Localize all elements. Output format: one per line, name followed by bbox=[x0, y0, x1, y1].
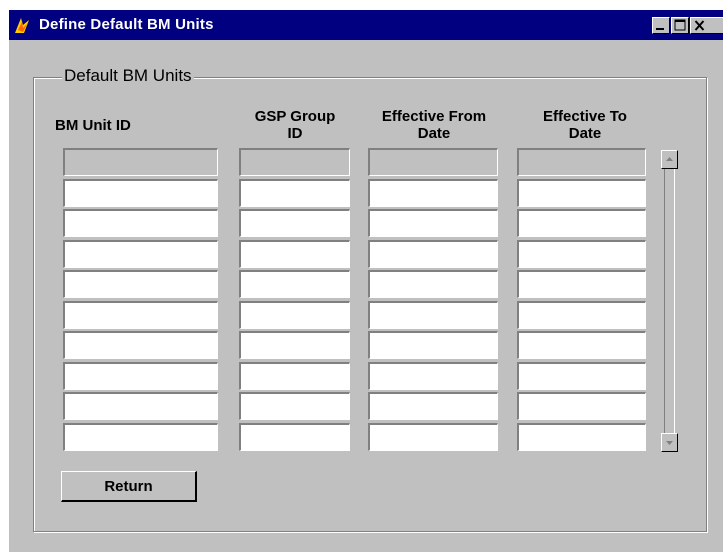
gsp-group-id-field[interactable] bbox=[239, 148, 350, 176]
effective-from-date-field[interactable] bbox=[368, 178, 498, 207]
title-bar[interactable]: Define Default BM Units bbox=[9, 10, 723, 40]
bm-unit-id-field[interactable] bbox=[63, 239, 218, 268]
minimize-icon bbox=[656, 28, 664, 30]
column-header-bm-unit-id: BM Unit ID bbox=[55, 117, 131, 134]
maximize-button[interactable] bbox=[671, 17, 689, 34]
effective-to-date-field[interactable] bbox=[517, 300, 646, 329]
return-button[interactable]: Return bbox=[61, 471, 197, 502]
column-header-gsp-group-id: GSP Group ID bbox=[254, 108, 336, 142]
table-row bbox=[63, 239, 663, 270]
gsp-group-id-field[interactable] bbox=[239, 178, 350, 207]
bm-unit-id-field[interactable] bbox=[63, 270, 218, 298]
effective-from-date-field[interactable] bbox=[368, 300, 498, 329]
gsp-group-id-field[interactable] bbox=[239, 361, 350, 390]
table-row bbox=[63, 178, 663, 209]
effective-to-date-field[interactable] bbox=[517, 209, 646, 237]
gsp-group-id-field[interactable] bbox=[239, 270, 350, 298]
table-row bbox=[63, 361, 663, 392]
window-title: Define Default BM Units bbox=[39, 16, 214, 33]
table-row bbox=[63, 300, 663, 331]
effective-to-date-field[interactable] bbox=[517, 392, 646, 420]
define-default-bm-units-window: Define Default BM Units Default BM Units… bbox=[8, 9, 723, 552]
effective-to-date-field[interactable] bbox=[517, 148, 646, 176]
effective-to-date-field[interactable] bbox=[517, 270, 646, 298]
bm-unit-id-field[interactable] bbox=[63, 392, 218, 420]
maximize-icon bbox=[674, 19, 686, 31]
table-row bbox=[63, 422, 663, 453]
effective-from-date-field[interactable] bbox=[368, 392, 498, 420]
table-row bbox=[63, 331, 663, 361]
table-row bbox=[63, 148, 663, 178]
effective-to-date-field[interactable] bbox=[517, 178, 646, 207]
column-header-effective-to-date: Effective To Date bbox=[543, 108, 627, 142]
scroll-down-icon bbox=[666, 441, 673, 445]
gsp-group-id-field[interactable] bbox=[239, 209, 350, 237]
group-label: Default BM Units bbox=[62, 66, 194, 86]
minimize-button[interactable] bbox=[652, 17, 670, 34]
column-header-effective-from-date: Effective From Date bbox=[381, 108, 487, 142]
gsp-group-id-field[interactable] bbox=[239, 239, 350, 268]
bm-unit-id-field[interactable] bbox=[63, 300, 218, 329]
effective-from-date-field[interactable] bbox=[368, 331, 498, 359]
effective-to-date-field[interactable] bbox=[517, 422, 646, 451]
scroll-track[interactable] bbox=[664, 169, 675, 433]
gsp-group-id-field[interactable] bbox=[239, 300, 350, 329]
effective-to-date-field[interactable] bbox=[517, 331, 646, 359]
effective-from-date-field[interactable] bbox=[368, 239, 498, 268]
effective-to-date-field[interactable] bbox=[517, 239, 646, 268]
effective-from-date-field[interactable] bbox=[368, 422, 498, 451]
bm-unit-id-field[interactable] bbox=[63, 422, 218, 451]
scroll-up-button[interactable] bbox=[661, 150, 678, 169]
effective-from-date-field[interactable] bbox=[368, 361, 498, 390]
effective-from-date-field[interactable] bbox=[368, 209, 498, 237]
effective-from-date-field[interactable] bbox=[368, 270, 498, 298]
table-row bbox=[63, 392, 663, 422]
bm-unit-id-field[interactable] bbox=[63, 148, 218, 176]
effective-from-date-field[interactable] bbox=[368, 148, 498, 176]
close-icon bbox=[694, 20, 705, 31]
effective-to-date-field[interactable] bbox=[517, 361, 646, 390]
bm-unit-id-field[interactable] bbox=[63, 331, 218, 359]
gsp-group-id-field[interactable] bbox=[239, 392, 350, 420]
vertical-scrollbar[interactable] bbox=[660, 150, 680, 452]
bm-units-grid bbox=[63, 148, 663, 452]
close-button[interactable] bbox=[690, 17, 723, 34]
oracle-forms-app-icon bbox=[13, 16, 32, 35]
gsp-group-id-field[interactable] bbox=[239, 422, 350, 451]
bm-unit-id-field[interactable] bbox=[63, 178, 218, 207]
bm-unit-id-field[interactable] bbox=[63, 361, 218, 390]
bm-unit-id-field[interactable] bbox=[63, 209, 218, 237]
gsp-group-id-field[interactable] bbox=[239, 331, 350, 359]
scroll-up-icon bbox=[666, 157, 673, 161]
table-row bbox=[63, 209, 663, 239]
scroll-down-button[interactable] bbox=[661, 433, 678, 452]
table-row bbox=[63, 270, 663, 300]
